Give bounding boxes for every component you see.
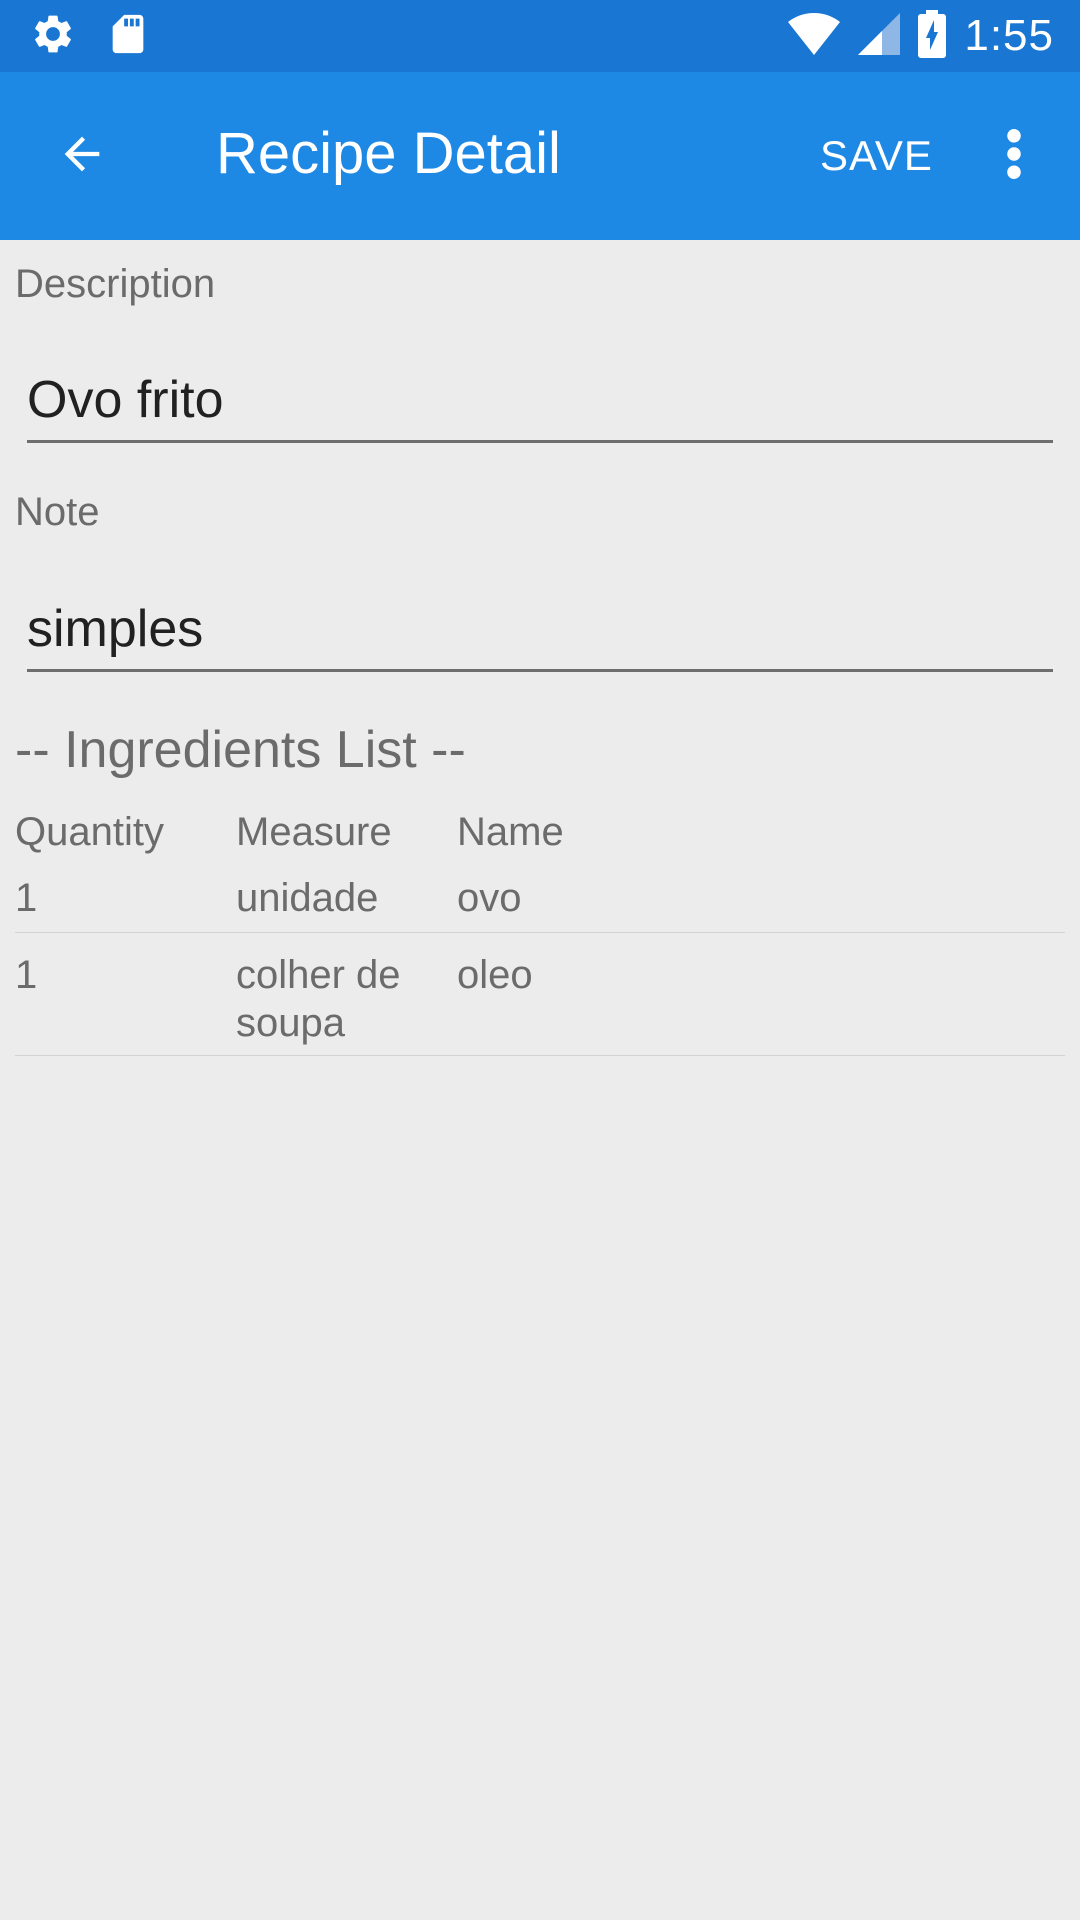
back-button[interactable] bbox=[38, 112, 126, 200]
settings-icon bbox=[30, 11, 76, 62]
quantity-cell: 1 bbox=[15, 953, 38, 997]
ingredients-list-title: -- Ingredients List -- bbox=[15, 721, 466, 779]
table-row[interactable]: 1 unidade ovo bbox=[15, 856, 1065, 933]
wifi-icon bbox=[788, 12, 841, 60]
measure-cell: colher de soupa bbox=[236, 953, 401, 1045]
measure-header: Measure bbox=[236, 810, 392, 854]
table-row[interactable]: 1 colher de soupa oleo bbox=[15, 933, 1065, 1056]
overflow-menu-button[interactable] bbox=[982, 112, 1046, 200]
status-right-icons: 1:55 bbox=[788, 9, 1054, 63]
status-time: 1:55 bbox=[964, 11, 1054, 60]
status-left-icons bbox=[30, 12, 148, 60]
arrow-back-icon bbox=[56, 128, 108, 185]
more-vert-icon bbox=[1006, 128, 1022, 185]
app-bar: Recipe Detail SAVE bbox=[0, 72, 1080, 240]
note-input[interactable] bbox=[27, 589, 1053, 672]
cell-signal-icon bbox=[858, 12, 901, 60]
sd-card-icon bbox=[108, 11, 148, 62]
page-title: Recipe Detail bbox=[216, 121, 561, 186]
save-button[interactable]: SAVE bbox=[820, 126, 933, 186]
name-cell: ovo bbox=[457, 876, 522, 920]
name-cell: oleo bbox=[457, 953, 533, 997]
quantity-header: Quantity bbox=[15, 810, 164, 854]
status-bar: 1:55 bbox=[0, 0, 1080, 72]
measure-cell: unidade bbox=[236, 876, 379, 920]
ingredients-table: Quantity Measure Name 1 unidade ovo 1 co… bbox=[15, 808, 1065, 1056]
name-header: Name bbox=[457, 810, 564, 854]
note-label: Note bbox=[15, 490, 100, 534]
description-label: Description bbox=[15, 262, 216, 306]
battery-charging-icon bbox=[918, 9, 947, 63]
recipe-detail-content: Description Note -- Ingredients List -- … bbox=[0, 240, 1080, 1920]
quantity-cell: 1 bbox=[15, 876, 38, 920]
description-input[interactable] bbox=[27, 360, 1053, 443]
ingredients-header-row: Quantity Measure Name bbox=[15, 808, 1065, 856]
